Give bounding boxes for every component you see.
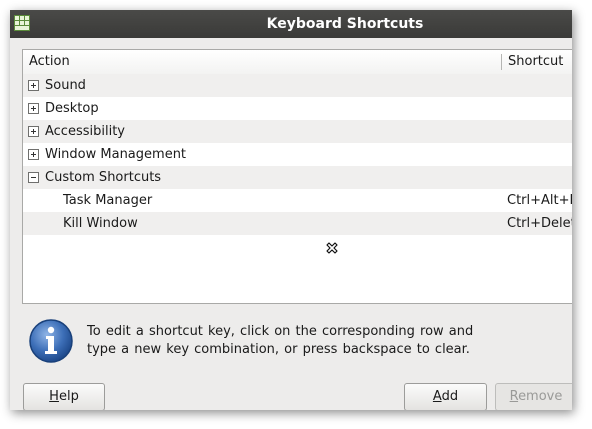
tree-header: Action Shortcut <box>23 50 572 75</box>
tree-row-sound[interactable]: Sound <box>23 74 572 97</box>
add-button[interactable]: Add <box>404 383 487 410</box>
row-label: Custom Shortcuts <box>45 170 162 185</box>
tree-row-window-management[interactable]: Window Management <box>23 143 572 166</box>
expand-plus-icon[interactable] <box>28 126 39 137</box>
help-mnemonic: H <box>49 389 59 404</box>
row-shortcut[interactable]: Ctrl+Alt+E <box>507 189 572 212</box>
row-label: Window Management <box>45 147 187 162</box>
tree-row-accessibility[interactable]: Accessibility <box>23 120 572 143</box>
kill-cursor-icon <box>326 242 338 254</box>
help-button[interactable]: Help <box>23 383 105 410</box>
expand-plus-icon[interactable] <box>28 149 39 160</box>
row-label: Desktop <box>45 101 99 116</box>
remove-label-rest: emove <box>518 389 563 404</box>
help-label-rest: elp <box>58 389 79 404</box>
tree-row-desktop[interactable]: Desktop <box>23 97 572 120</box>
expand-plus-icon[interactable] <box>28 80 39 91</box>
column-header-action[interactable]: Action <box>29 50 70 74</box>
row-label: Task Manager <box>63 193 153 208</box>
row-label: Accessibility <box>45 124 125 139</box>
remove-button[interactable]: Remove <box>495 383 572 410</box>
collapse-minus-icon[interactable] <box>28 172 39 183</box>
column-separator[interactable] <box>501 54 502 70</box>
row-shortcut[interactable]: Ctrl+Delete <box>507 212 572 235</box>
remove-mnemonic: R <box>509 389 519 404</box>
add-mnemonic: A <box>432 389 442 404</box>
info-message: To edit a shortcut key, click on the cor… <box>87 323 507 359</box>
row-label: Kill Window <box>63 216 138 231</box>
tree-row-kill-window[interactable]: Kill Window Ctrl+Delete <box>23 212 572 235</box>
keyboard-shortcuts-window: Keyboard Shortcuts Action Shortcut Sound… <box>10 10 572 410</box>
add-label-rest: dd <box>441 389 459 404</box>
expand-plus-icon[interactable] <box>28 103 39 114</box>
window-title: Keyboard Shortcuts <box>266 16 424 32</box>
column-header-shortcut[interactable]: Shortcut <box>508 50 563 74</box>
info-line-2: type a new key combination, or press bac… <box>87 342 470 357</box>
tree-row-task-manager[interactable]: Task Manager Ctrl+Alt+E <box>23 189 572 212</box>
shortcuts-tree[interactable]: Action Shortcut Sound Desktop Accessibil… <box>22 49 572 304</box>
title-bar[interactable]: Keyboard Shortcuts <box>10 10 572 38</box>
info-line-1: To edit a shortcut key, click on the cor… <box>87 324 474 339</box>
row-label: Sound <box>45 78 86 93</box>
info-icon <box>29 319 73 363</box>
tree-row-custom-shortcuts[interactable]: Custom Shortcuts <box>23 166 572 189</box>
